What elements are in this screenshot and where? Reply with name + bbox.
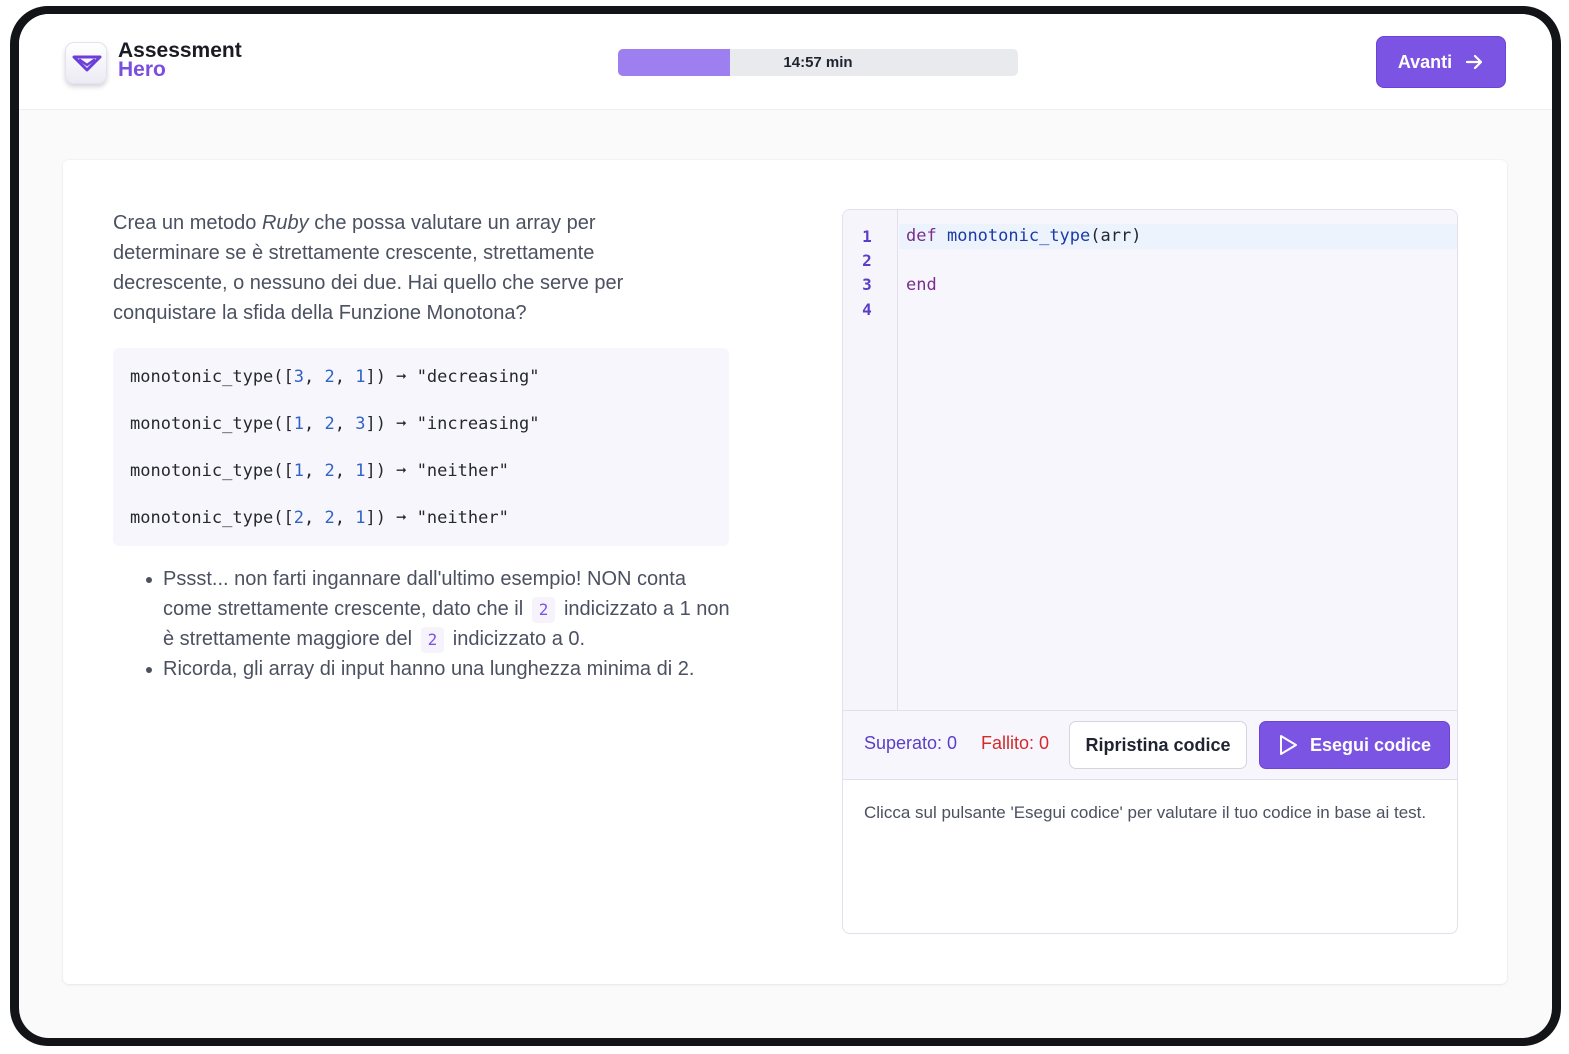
description-language: Ruby [261,212,309,234]
tip-text: Ricorda, gli array di input hanno una lu… [163,658,695,680]
description-text-1: Crea un metodo [113,212,262,234]
failed-count: Fallito: 0 [981,733,1050,753]
example-call: monotonic_type([ [130,414,294,434]
top-header: Assessment Hero 14:57 min Avanti [19,14,1552,110]
example-line: monotonic_type([2, 2, 1]) ➞ "neither" [130,502,712,549]
example-close: ]) [365,414,397,434]
example-close: ]) [365,367,397,387]
device-frame: Assessment Hero 14:57 min Avanti Crea un… [10,6,1561,1046]
next-button[interactable]: Avanti [1376,36,1506,88]
example-arg: 1 [293,461,305,481]
code-params: (arr) [1090,226,1142,246]
code-function-name: monotonic_type [946,226,1091,246]
tip-item: Pssst... non farti ingannare dall'ultimo… [141,564,731,654]
line-number: 2 [862,251,872,270]
code-line[interactable]: end [906,275,937,295]
challenge-card: Crea un metodo Ruby che possa valutare u… [63,160,1507,984]
arrow-right-icon [1466,54,1483,70]
example-arg: 2 [324,414,335,434]
example-arg: 1 [355,461,366,481]
example-call: monotonic_type([ [130,508,294,528]
example-separator: , [334,367,356,387]
example-result: "increasing" [416,414,540,434]
test-output-message: Clicca sul pulsante 'Esegui codice' per … [864,803,1427,822]
example-result: "decreasing" [416,367,540,387]
run-code-button[interactable]: Esegui codice [1259,721,1450,769]
example-separator: , [304,508,325,528]
example-line: monotonic_type([1, 2, 3]) ➞ "increasing" [130,408,712,455]
example-close: ]) [365,461,397,481]
logo-icon [65,42,107,84]
example-arrow: ➞ [396,414,417,434]
reset-code-button[interactable]: Ripristina codice [1069,721,1247,769]
line-number: 4 [862,300,872,319]
next-button-label: Avanti [1397,51,1453,72]
example-separator: , [334,414,356,434]
example-arrow: ➞ [396,367,417,387]
tip-item: Ricorda, gli array di input hanno una lu… [141,654,731,684]
app-screen: Assessment Hero 14:57 min Avanti Crea un… [19,14,1552,1038]
timer-progress-bar: 14:57 min [618,49,1018,76]
example-call: monotonic_type([ [130,367,294,387]
example-arg: 2 [293,508,305,528]
example-arg: 2 [324,367,335,387]
example-close: ]) [365,508,397,528]
code-keyword: def [906,226,937,246]
example-line: monotonic_type([1, 2, 1]) ➞ "neither" [130,455,712,502]
tips-list: Pssst... non farti ingannare dall'ultimo… [141,564,731,684]
tip-text: indicizzato a 0. [452,628,586,650]
passed-count: Superato: 0 [864,733,958,753]
example-separator: , [334,508,356,528]
example-arg: 1 [355,508,366,528]
example-separator: , [304,367,325,387]
example-call: monotonic_type([ [130,461,294,481]
code-line[interactable]: def monotonic_type(arr) [906,226,1141,246]
examples-block: monotonic_type([3, 2, 1]) ➞ "decreasing"… [113,348,729,546]
example-arrow: ➞ [396,508,417,528]
example-separator: , [304,414,325,434]
code-editor[interactable]: 1 2 3 4 def monotonic_type(arr) end [843,210,1457,710]
example-arg: 2 [324,461,335,481]
logo-line-2: Hero [118,58,166,81]
example-separator: , [304,461,325,481]
line-number: 1 [862,227,872,246]
logo-text: Assessment Hero [118,40,242,81]
example-arg: 1 [293,414,305,434]
example-arg: 3 [293,367,305,387]
example-separator: , [334,461,356,481]
code-keyword: end [906,275,937,295]
example-line: monotonic_type([3, 2, 1]) ➞ "decreasing" [130,361,712,408]
example-arg: 2 [324,508,335,528]
code-panel: 1 2 3 4 def monotonic_type(arr) end Supe… [842,209,1458,934]
example-arrow: ➞ [396,461,417,481]
line-number: 3 [862,275,872,294]
example-result: "neither" [416,461,509,481]
line-number-gutter: 1 2 3 4 [843,210,898,710]
play-icon [1279,735,1297,755]
run-code-label: Esegui codice [1309,734,1432,755]
inline-code: 2 [531,597,556,623]
run-toolbar: Superato: 0 Fallito: 0 Ripristina codice… [843,710,1457,780]
example-arg: 1 [355,367,366,387]
timer-label: 14:57 min [783,54,853,71]
example-arg: 3 [355,414,366,434]
inline-code: 2 [420,627,445,653]
example-result: "neither" [416,508,509,528]
challenge-description: Crea un metodo Ruby che possa valutare u… [113,208,673,328]
